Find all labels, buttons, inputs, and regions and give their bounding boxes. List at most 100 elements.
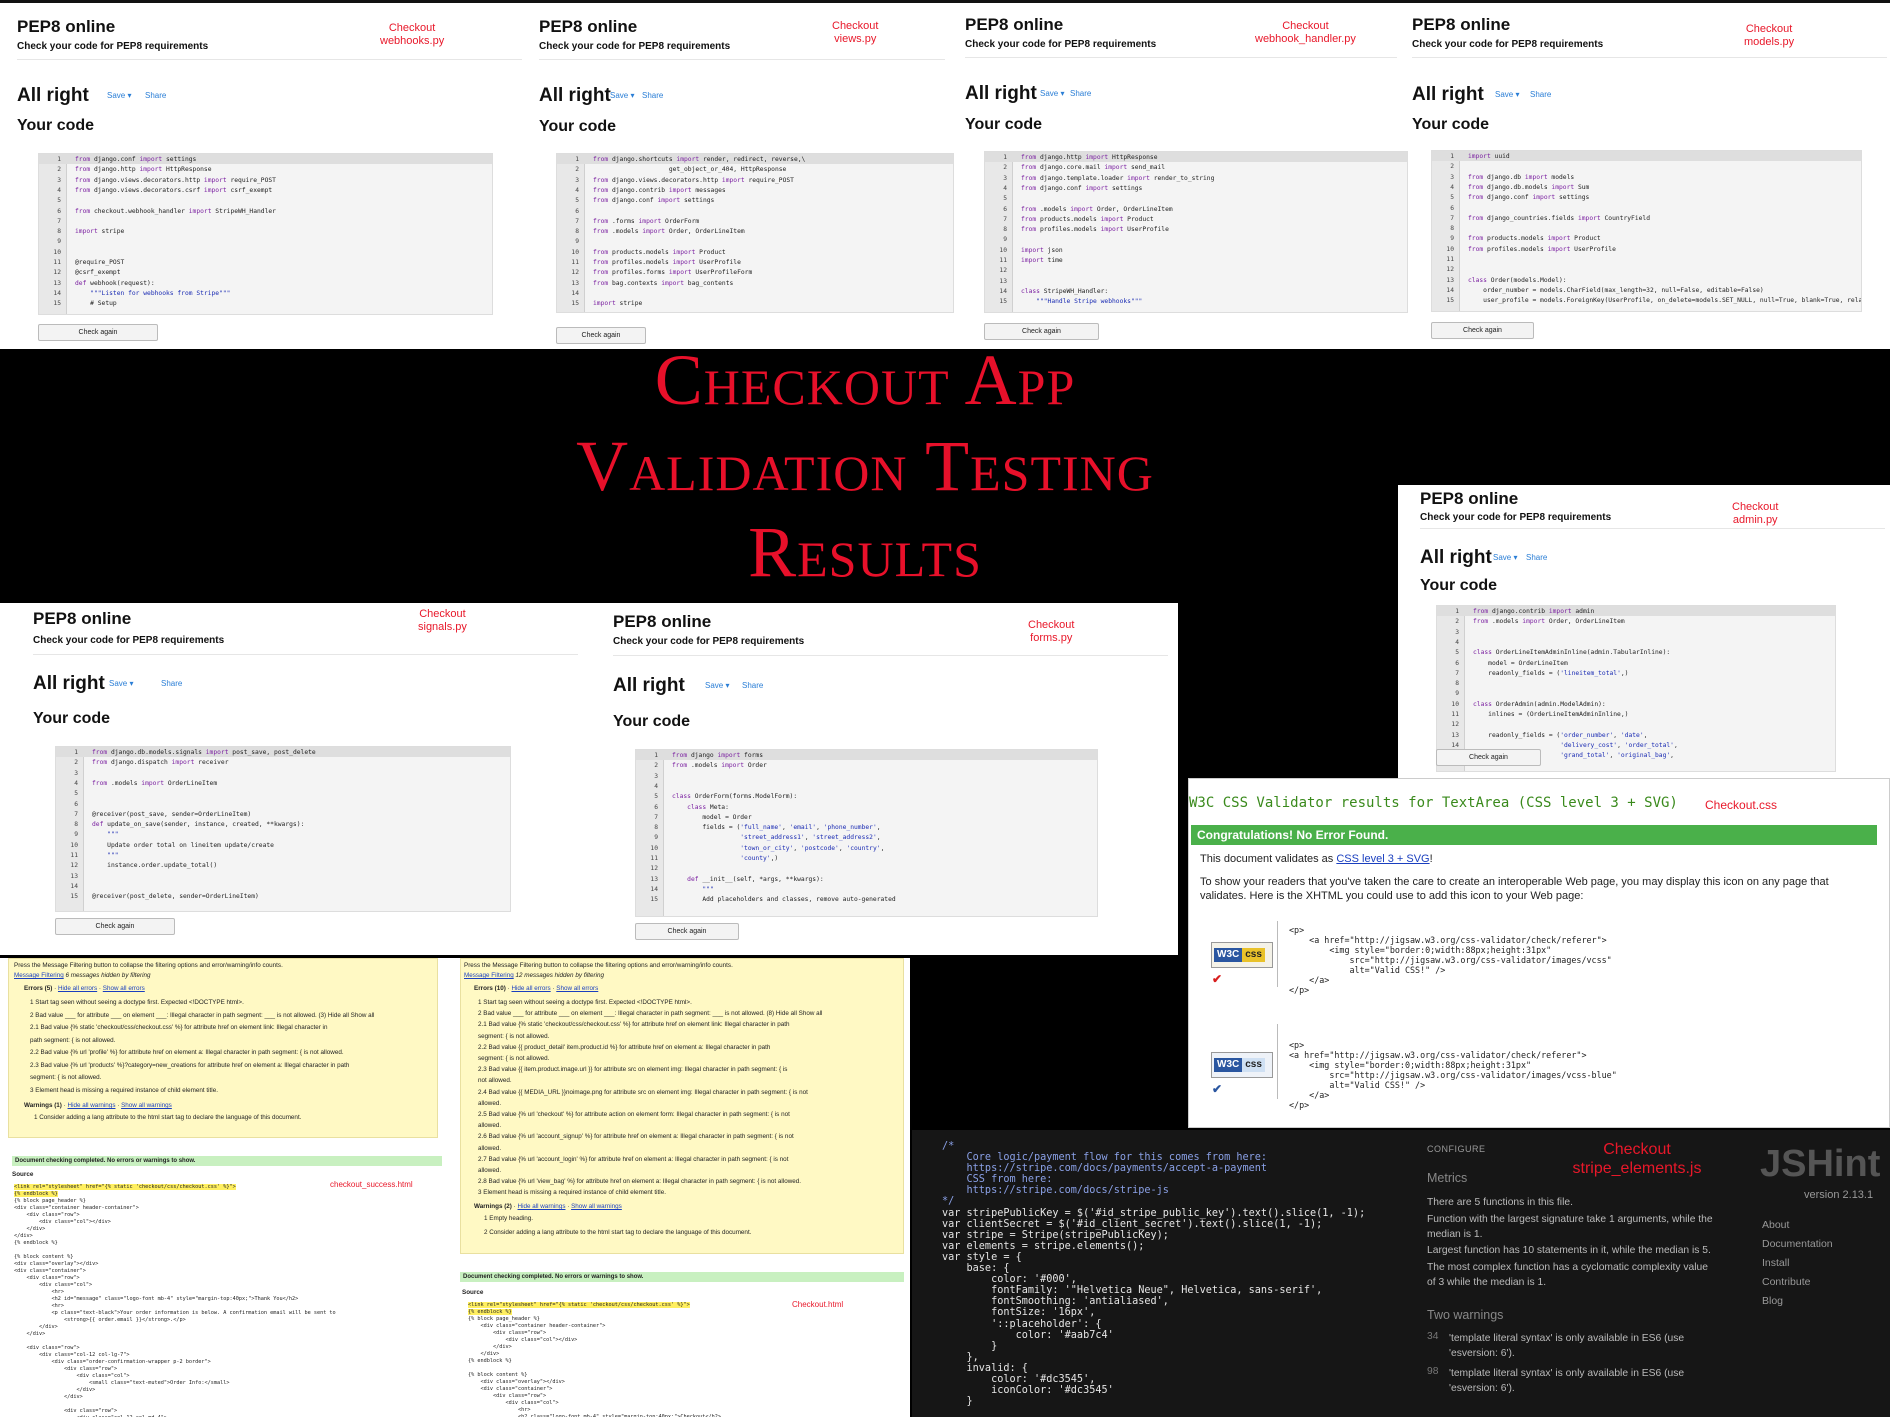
line-number: 7 bbox=[654, 813, 658, 821]
css-level-link[interactable]: CSS level 3 + SVG bbox=[1336, 853, 1429, 865]
code-line: 10 from profiles.models import UserProfil… bbox=[1432, 245, 1861, 255]
save-dropdown[interactable]: Save ▾ bbox=[109, 679, 133, 688]
code-text: from django.views.decorators.http import… bbox=[75, 176, 276, 184]
code-line: 4 from django.contrib import messages bbox=[557, 186, 953, 196]
line-number: 13 bbox=[1451, 731, 1459, 739]
nav-install[interactable]: Install bbox=[1762, 1257, 1789, 1269]
nav-contribute[interactable]: Contribute bbox=[1762, 1276, 1810, 1288]
error-row: allowed. bbox=[478, 1167, 502, 1174]
code-text: from profiles.models import UserProfile bbox=[1021, 226, 1169, 234]
code-text: readonly_fields = ('order_number', 'date… bbox=[1473, 731, 1648, 739]
code-line: 10 import json bbox=[985, 246, 1407, 256]
code-line: 3 bbox=[1437, 628, 1835, 638]
pep8-panel: PEP8 online Check your code for PEP8 requ… bbox=[1398, 485, 1890, 778]
line-number: 9 bbox=[1455, 690, 1459, 698]
code-editor[interactable]: 1 from django import forms 2 from .models i… bbox=[635, 749, 1098, 917]
warnings-heading: Warnings (1) bbox=[24, 1102, 62, 1109]
line-number: 4 bbox=[1003, 184, 1007, 192]
congrats-bar: Congratulations! No Error Found. bbox=[1191, 825, 1877, 845]
share-link[interactable]: Share bbox=[145, 91, 166, 100]
errors-line: Errors (5) · Hide all errors · Show all … bbox=[24, 985, 145, 992]
share-link[interactable]: Share bbox=[161, 679, 182, 688]
banner-line-2: Validation Testing bbox=[576, 426, 1154, 506]
code-line: 12 instance.order.update_total() bbox=[56, 861, 510, 871]
save-dropdown[interactable]: Save ▾ bbox=[107, 91, 131, 100]
code-editor[interactable]: 1 from django.http import HttpResponse 2 fr… bbox=[984, 151, 1408, 313]
your-code-heading: Your code bbox=[17, 117, 95, 134]
line-number: 3 bbox=[57, 176, 61, 184]
nav-about[interactable]: About bbox=[1762, 1219, 1789, 1231]
code-editor[interactable]: 1 from django.db.models.signals import po… bbox=[55, 746, 511, 912]
line-number: 4 bbox=[1455, 638, 1459, 646]
highlighted-source: <link rel="stylesheet" href="{% static '… bbox=[468, 1302, 690, 1315]
code-line: 4 from django.views.decorators.csrf impor… bbox=[39, 186, 492, 196]
divider bbox=[1277, 1024, 1278, 1099]
file-note: Checkout.html bbox=[792, 1300, 844, 1309]
error-row: segment: { is not allowed. bbox=[478, 1055, 550, 1062]
code-text: from profiles.forms import UserProfileFo… bbox=[593, 269, 753, 277]
code-line: 5 from django.conf import settings bbox=[1432, 193, 1861, 203]
save-dropdown[interactable]: Save ▾ bbox=[705, 681, 729, 690]
code-line: 13 readonly_fields = ('order_number', 'd… bbox=[1437, 731, 1835, 741]
line-number: 3 bbox=[1003, 174, 1007, 182]
share-link[interactable]: Share bbox=[742, 681, 763, 690]
code-editor[interactable]: 1 from django.shortcuts import render, re… bbox=[556, 153, 954, 313]
show-all-warnings-link[interactable]: Show all warnings bbox=[121, 1102, 172, 1109]
code-line: 4 bbox=[636, 782, 1097, 792]
line-number: 15 bbox=[1446, 297, 1454, 305]
line-number: 11 bbox=[53, 259, 61, 266]
message-filtering-button[interactable]: Message Filtering bbox=[464, 972, 514, 979]
code-line: 14 bbox=[557, 289, 953, 299]
check-again-button[interactable]: Check again bbox=[1431, 322, 1534, 339]
save-dropdown[interactable]: Save ▾ bbox=[1495, 90, 1519, 99]
line-number: 10 bbox=[571, 248, 579, 256]
share-link[interactable]: Share bbox=[1530, 90, 1551, 99]
code-text: @receiver(post_save, sender=OrderLineIte… bbox=[92, 810, 252, 818]
share-link[interactable]: Share bbox=[1070, 89, 1091, 98]
share-link[interactable]: Share bbox=[1526, 553, 1547, 562]
hide-all-errors-link[interactable]: Hide all errors bbox=[511, 985, 550, 992]
share-link[interactable]: Share bbox=[642, 91, 663, 100]
configure-link[interactable]: CONFIGURE bbox=[1427, 1144, 1486, 1154]
hide-all-errors-link[interactable]: Hide all errors bbox=[58, 985, 97, 992]
save-dropdown[interactable]: Save ▾ bbox=[1493, 553, 1517, 562]
nav-documentation[interactable]: Documentation bbox=[1762, 1238, 1833, 1250]
code-line: 6 bbox=[1432, 204, 1861, 214]
line-number: 12 bbox=[53, 269, 61, 277]
hide-all-warnings-link[interactable]: Hide all warnings bbox=[68, 1102, 116, 1109]
nav-blog[interactable]: Blog bbox=[1762, 1295, 1783, 1307]
line-number: 2 bbox=[1450, 163, 1454, 171]
pep8-subtitle: Check your code for PEP8 requirements bbox=[33, 635, 225, 646]
hide-all-warnings-link[interactable]: Hide all warnings bbox=[518, 1203, 566, 1210]
code-text: import stripe bbox=[75, 228, 125, 236]
line-number: 6 bbox=[1455, 659, 1459, 667]
code-editor[interactable]: 1 import uuid 2 3 from django.db import mode… bbox=[1431, 150, 1862, 312]
jshint-logo[interactable]: JSHint version 2.13.1 bbox=[1756, 1136, 1890, 1206]
line-number: 14 bbox=[650, 885, 658, 893]
show-all-warnings-link[interactable]: Show all warnings bbox=[571, 1203, 622, 1210]
file-note: Checkout admin.py bbox=[1732, 501, 1779, 527]
code-text: class Meta: bbox=[687, 803, 729, 811]
save-dropdown[interactable]: Save ▾ bbox=[610, 91, 634, 100]
pep8-title: PEP8 online bbox=[613, 612, 712, 631]
check-again-button[interactable]: Check again bbox=[38, 324, 158, 341]
message-filtering-button[interactable]: Message Filtering bbox=[14, 972, 64, 979]
file-note: Checkout views.py bbox=[832, 20, 879, 46]
line-number: 1 bbox=[1455, 608, 1459, 615]
check-again-button[interactable]: Check again bbox=[55, 918, 175, 935]
validates-text: This document validates as CSS level 3 +… bbox=[1200, 852, 1433, 866]
check-again-button[interactable]: Check again bbox=[635, 923, 739, 940]
code-line: 13 bbox=[56, 872, 510, 882]
code-text: @receiver(post_delete, sender=OrderLineI… bbox=[92, 893, 259, 901]
warning-2-line[interactable]: 98 bbox=[1427, 1366, 1438, 1377]
warning-1-line[interactable]: 34 bbox=[1427, 1331, 1438, 1342]
line-number: 1 bbox=[1003, 154, 1007, 161]
check-again-button[interactable]: Check again bbox=[1436, 749, 1541, 766]
code-editor[interactable]: 1 from django.conf import settings 2 from d… bbox=[38, 153, 493, 315]
save-dropdown[interactable]: Save ▾ bbox=[1040, 89, 1064, 98]
code-text: 'town_or_city', 'postcode', 'country', bbox=[740, 844, 885, 852]
error-row: 2.2 Bad value {% url 'profile' %} for at… bbox=[30, 1049, 344, 1056]
show-all-errors-link[interactable]: Show all errors bbox=[103, 985, 145, 992]
show-all-errors-link[interactable]: Show all errors bbox=[556, 985, 598, 992]
code-editor[interactable]: 1 from django.contrib import admin 2 from .… bbox=[1436, 605, 1836, 772]
